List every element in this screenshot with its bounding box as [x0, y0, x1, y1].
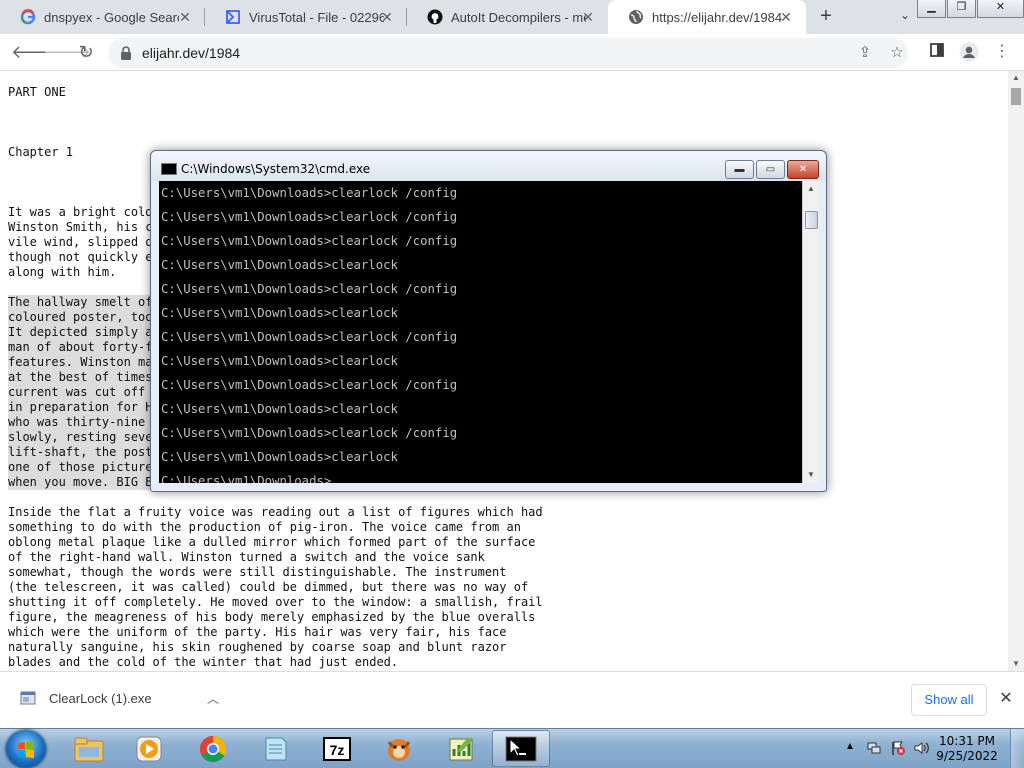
paragraph-2-selected: The hallway smelt of coloured poster, to…	[8, 295, 153, 490]
show-hidden-icons-icon[interactable]: ▲	[845, 741, 855, 768]
fox-app-icon[interactable]	[370, 730, 428, 767]
windows-logo-icon	[18, 741, 34, 758]
clock-date: 9/25/2022	[936, 749, 998, 763]
action-center-icon[interactable]	[890, 740, 906, 768]
console-line: C:\Users\vm1\Downloads>clearlock	[161, 354, 398, 368]
media-player-icon[interactable]	[120, 730, 178, 767]
notepad-icon[interactable]	[246, 730, 304, 767]
console-prompt: C:\Users\vm1\Downloads>	[161, 474, 332, 483]
cmd-title: C:\Windows\System32\cmd.exe	[181, 162, 371, 176]
cmd-icon[interactable]	[492, 730, 550, 767]
cmd-minimize-button[interactable]: ▬	[725, 160, 754, 179]
console-scroll-down-icon[interactable]: ▼	[803, 467, 819, 483]
console-scroll-up-icon[interactable]: ▲	[803, 181, 819, 197]
console-line: C:\Users\vm1\Downloads>clearlock	[161, 258, 398, 272]
exe-file-icon	[20, 690, 36, 706]
console-line: C:\Users\vm1\Downloads>clearlock	[161, 402, 398, 416]
share-icon[interactable]: ⇪	[856, 44, 874, 62]
profile-avatar-icon[interactable]	[959, 42, 979, 62]
kebab-menu-icon[interactable]: ⋮	[992, 42, 1012, 62]
bookmark-star-icon[interactable]: ☆	[888, 44, 906, 62]
mouse-pointer-icon	[509, 738, 521, 757]
start-button[interactable]	[6, 730, 46, 768]
console-line: C:\Users\vm1\Downloads>clearlock /config	[161, 282, 458, 296]
virustotal-icon	[225, 9, 241, 25]
chapter-heading: Chapter 1	[8, 145, 74, 159]
console-line: C:\Users\vm1\Downloads>clearlock /config	[161, 234, 458, 248]
tab-virustotal[interactable]: VirusTotal - File - 02296d ✕	[205, 0, 407, 34]
console-scrollbar-thumb[interactable]	[805, 211, 818, 229]
lock-icon[interactable]	[120, 46, 132, 65]
tab-strip: dnspyex - Google Search ✕ VirusTotal - F…	[0, 0, 1024, 34]
console-line: C:\Users\vm1\Downloads>clearlock /config	[161, 210, 458, 224]
close-window-button[interactable]: ✕	[977, 0, 1024, 18]
tab-search-chevron-icon[interactable]: ⌄	[897, 8, 913, 24]
new-tab-button[interactable]: +	[815, 6, 837, 28]
7zip-icon[interactable]: 7z	[308, 730, 366, 767]
downloads-shelf: ClearLock (1).exe ︿ Show all ✕	[0, 671, 1024, 728]
url-text: elijahr.dev/1984	[142, 45, 241, 61]
page-scrollbar[interactable]: ▲ ▼	[1008, 71, 1024, 671]
download-item[interactable]: ClearLock (1).exe	[20, 690, 152, 706]
tab-title: dnspyex - Google Search	[44, 9, 179, 25]
console-line: C:\Users\vm1\Downloads>clearlock /config	[161, 378, 458, 392]
network-icon[interactable]	[866, 740, 882, 768]
tab-title: https://elijahr.dev/1984	[652, 9, 783, 25]
console-line: C:\Users\vm1\Downloads>clearlock /config	[161, 426, 458, 440]
close-tab-icon[interactable]: ✕	[778, 9, 794, 25]
cmd-window[interactable]: C:\Windows\System32\cmd.exe ▬ ▭ ✕ C:\Use…	[150, 150, 827, 492]
system-clock[interactable]: 10:31 PM 9/25/2022	[936, 734, 998, 764]
task-app-icon[interactable]	[432, 730, 490, 767]
chevron-up-icon[interactable]: ︿	[206, 690, 220, 707]
tab-google-search[interactable]: dnspyex - Google Search ✕	[0, 0, 205, 34]
part-heading: PART ONE	[8, 85, 66, 99]
console-line: C:\Users\vm1\Downloads>clearlock /config	[161, 330, 458, 344]
console-lines: C:\Users\vm1\Downloads>clearlock /config…	[161, 181, 457, 483]
cmd-maximize-button[interactable]: ▭	[756, 160, 785, 179]
show-all-button[interactable]: Show all	[911, 684, 987, 716]
github-icon	[427, 9, 443, 25]
cmd-titlebar[interactable]: C:\Windows\System32\cmd.exe ▬ ▭ ✕	[151, 151, 826, 181]
side-panel-icon[interactable]	[927, 42, 947, 62]
close-shelf-icon[interactable]: ✕	[997, 690, 1015, 708]
scroll-up-arrow-icon[interactable]: ▲	[1008, 71, 1024, 85]
console-scrollbar[interactable]: ▲ ▼	[802, 181, 819, 483]
restore-button[interactable]: ❐	[947, 0, 976, 18]
cmd-window-icon	[161, 163, 177, 175]
tab-title: AutoIt Decompilers - mer	[451, 9, 586, 25]
show-desktop-button[interactable]	[1010, 729, 1024, 768]
close-tab-icon[interactable]: ✕	[177, 9, 193, 25]
back-button[interactable]: 🡐	[11, 42, 59, 64]
console-line: C:\Users\vm1\Downloads>clearlock	[161, 450, 398, 464]
tab-title: VirusTotal - File - 02296d	[249, 9, 384, 25]
scroll-down-arrow-icon[interactable]: ▼	[1008, 657, 1024, 671]
console-line: C:\Users\vm1\Downloads>clearlock	[161, 306, 398, 320]
clock-time: 10:31 PM	[939, 734, 995, 748]
close-tab-icon[interactable]: ✕	[580, 9, 596, 25]
forward-button[interactable]: 🡒	[43, 42, 91, 64]
console-line: C:\Users\vm1\Downloads>clearlock /config	[161, 186, 458, 200]
console-output[interactable]: C:\Users\vm1\Downloads>clearlock /config…	[159, 181, 802, 483]
tab-elijahr-1984[interactable]: https://elijahr.dev/1984 ✕	[608, 0, 806, 34]
browser-toolbar: 🡐 🡒 ↻ elijahr.dev/1984 ⇪ ☆ ⋮	[0, 34, 1024, 71]
volume-icon[interactable]	[913, 740, 931, 768]
svg-text:7z: 7z	[330, 742, 345, 758]
close-tab-icon[interactable]: ✕	[379, 9, 395, 25]
minimize-button[interactable]: ▁	[917, 0, 946, 18]
address-bar[interactable]: elijahr.dev/1984 ⇪ ☆	[108, 38, 908, 68]
scrollbar-thumb[interactable]	[1011, 88, 1021, 105]
explorer-icon[interactable]	[60, 730, 118, 767]
google-icon	[20, 9, 36, 25]
globe-icon	[628, 9, 644, 25]
cmd-close-button[interactable]: ✕	[787, 160, 819, 179]
tab-autoit-decompilers[interactable]: AutoIt Decompilers - mer ✕	[407, 0, 608, 34]
paragraph-3: Inside the flat a fruity voice was readi…	[8, 505, 543, 669]
paragraph-1: It was a bright cold Winston Smith, his …	[8, 205, 153, 279]
window-controls: ▁ ❐ ✕	[916, 0, 1024, 18]
download-filename: ClearLock (1).exe	[49, 690, 152, 706]
cmd-window-controls: ▬ ▭ ✕	[723, 160, 819, 179]
reload-button[interactable]: ↻	[75, 42, 97, 64]
chrome-icon[interactable]	[184, 730, 242, 767]
